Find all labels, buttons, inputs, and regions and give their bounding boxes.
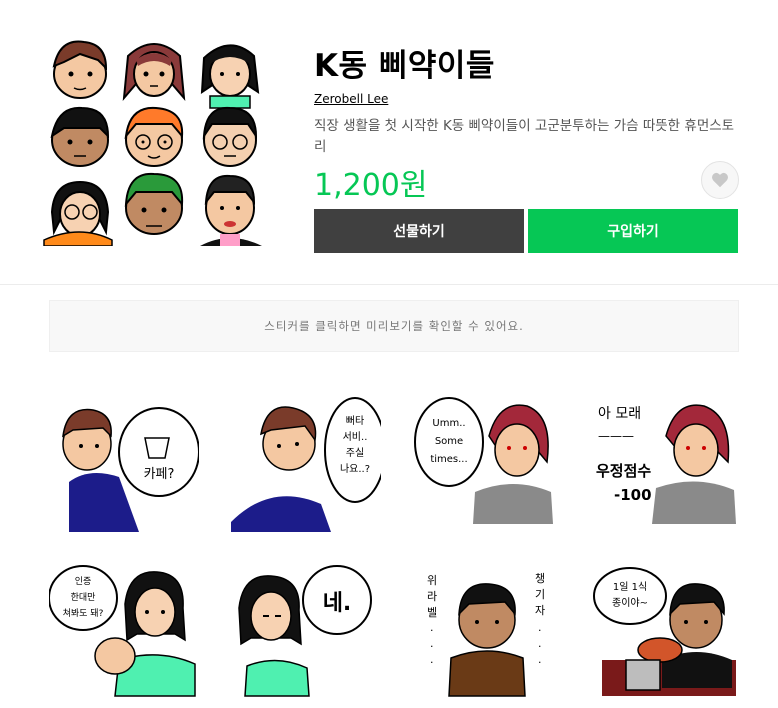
- sticker-item-7[interactable]: 위 라 벨 · · · 챙 기 자 · · ·: [413, 564, 563, 704]
- preview-notice: 스티커를 클릭하면 미리보기를 확인할 수 있어요.: [49, 300, 739, 352]
- face-2: [122, 43, 186, 102]
- sticker-4-line-2: ———: [598, 429, 634, 443]
- product-header: K동 삐약이들 Zerobell Lee 직장 생활을 첫 시작한 K동 삐약이…: [0, 0, 778, 285]
- sticker-7-left-1: 위: [427, 574, 437, 587]
- sticker-2-line-3: 주실: [346, 447, 364, 459]
- sticker-item-8[interactable]: 1일 1식 종이야~: [592, 564, 742, 704]
- sticker-8-line-1: 1일 1식: [613, 581, 647, 593]
- face-3: [200, 44, 260, 109]
- sticker-7-right-2: 기: [535, 588, 545, 601]
- face-6: [202, 106, 258, 167]
- sticker-7-left-2: 라: [427, 590, 437, 603]
- face-8: [124, 172, 184, 235]
- sticker-item-2[interactable]: 뻐타 서비.. 주실 나요..?: [231, 392, 386, 532]
- sticker-2-line-2: 서비..: [343, 431, 368, 443]
- sticker-3-line-3: times...: [430, 454, 467, 465]
- author-link[interactable]: Zerobell Lee: [314, 92, 388, 106]
- sticker-3-line-2: Some: [435, 436, 463, 447]
- sticker-5-line-3: 쳐봐도 돼?: [63, 607, 104, 619]
- sticker-7-left-5: ·: [430, 640, 434, 653]
- buy-button[interactable]: 구입하기: [528, 209, 738, 253]
- sticker-7-right-6: ·: [538, 656, 542, 669]
- sticker-7-right-4: ·: [538, 624, 542, 637]
- product-price: 1,200원: [314, 168, 428, 203]
- sticker-5-line-1: 인증: [75, 576, 92, 587]
- face-7: [43, 180, 113, 246]
- face-1: [52, 40, 108, 99]
- sticker-item-6[interactable]: 네.: [231, 564, 381, 704]
- main-sticker-image: [43, 40, 262, 246]
- sticker-4-line-3: 우정점수: [596, 462, 651, 480]
- face-5: [124, 106, 184, 167]
- sticker-8-line-2: 종이야~: [612, 597, 648, 609]
- sticker-item-4[interactable]: 아 모래 ——— 우정점수 -100: [592, 392, 742, 532]
- face-9: [200, 174, 262, 246]
- product-title: K동 삐약이들: [314, 48, 495, 84]
- face-4: [50, 106, 110, 167]
- sticker-2-line-1: 뻐타: [346, 415, 364, 427]
- sticker-item-5[interactable]: 인증 한대만 쳐봐도 돼?: [48, 564, 199, 704]
- sticker-item-3[interactable]: Umm.. Some times...: [413, 392, 563, 532]
- sticker-7-right-5: ·: [538, 640, 542, 653]
- sticker-4-line-4: -100: [614, 486, 652, 504]
- sticker-6-text: 네.: [323, 591, 352, 616]
- sticker-7-left-4: ·: [430, 624, 434, 637]
- sticker-item-1[interactable]: 카페?: [49, 392, 200, 532]
- sticker-7-right-1: 챙: [535, 571, 545, 585]
- sticker-7-right-3: 자: [535, 604, 545, 617]
- sticker-7-left-6: ·: [430, 656, 434, 669]
- gift-button[interactable]: 선물하기: [314, 209, 524, 253]
- like-button[interactable]: [701, 161, 739, 199]
- sticker-3-line-1: Umm..: [432, 418, 465, 429]
- heart-icon: [712, 172, 728, 188]
- sticker-1-text: 카페?: [144, 467, 175, 482]
- product-description: 직장 생활을 첫 시작한 K동 삐약이들이 고군분투하는 가슴 따뜻한 휴먼스토…: [314, 118, 735, 155]
- sticker-5-line-2: 한대만: [71, 592, 96, 603]
- sticker-4-line-1: 아 모래: [598, 406, 641, 422]
- sticker-2-line-4: 나요..?: [340, 463, 370, 475]
- sticker-7-left-3: 벨: [427, 606, 437, 619]
